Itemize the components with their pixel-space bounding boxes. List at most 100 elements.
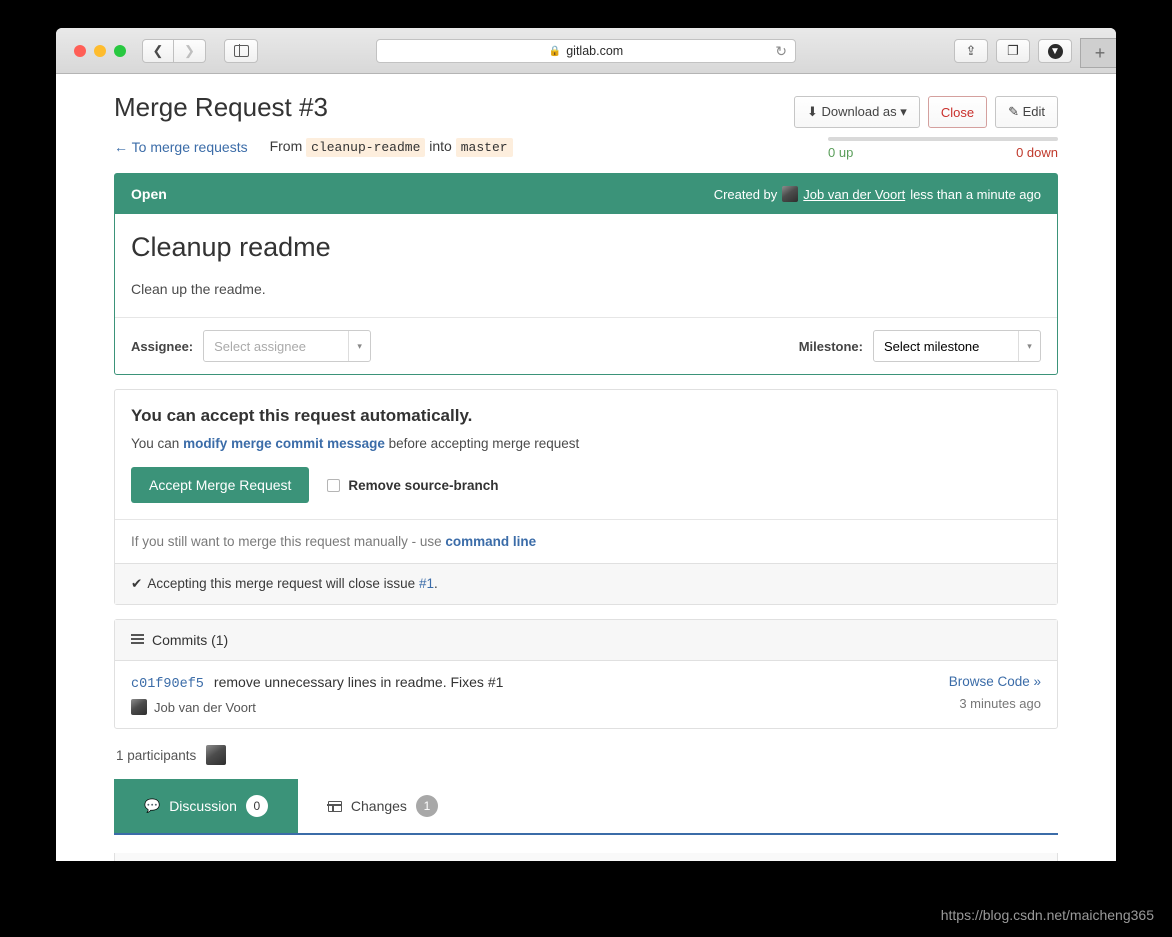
commits-card: Commits (1) c01f90ef5 remove unnecessary… (114, 619, 1058, 729)
plus-icon: + (1094, 42, 1106, 63)
manual-merge-prefix: If you still want to merge this request … (131, 534, 446, 549)
reload-icon[interactable]: ↻ (775, 43, 787, 60)
chevron-left-icon: ❮ (152, 42, 164, 58)
share-icon: ⇪ (965, 43, 977, 58)
votes-up-label: 0 up (828, 145, 854, 160)
maximize-window-button[interactable] (114, 44, 126, 57)
participants: 1 participants (116, 745, 1058, 765)
commit-sha-link[interactable]: c01f90ef5 (131, 677, 204, 692)
forward-button[interactable]: ❯ (174, 38, 206, 63)
back-button[interactable]: ❮ (142, 38, 174, 63)
assignee-value: Select assignee (214, 338, 306, 354)
edit-label: Edit (1022, 104, 1045, 119)
milestone-label: Milestone: (798, 338, 863, 354)
accept-merge-request-button[interactable]: Accept Merge Request (131, 467, 310, 503)
into-label: into (429, 138, 452, 154)
merge-request-body: Cleanup readme Clean up the readme. (115, 214, 1057, 317)
milestone-group: Milestone: Select milestone ▾ (799, 330, 1041, 362)
avatar (782, 186, 799, 202)
comment-icon: 💬 (144, 798, 161, 813)
commit-summary: c01f90ef5 remove unnecessary lines in re… (131, 674, 949, 692)
downloads-icon: ▼ (1047, 43, 1063, 59)
sidebar-toggle-button[interactable] (224, 38, 258, 63)
sidebar-toggle-icon (233, 44, 249, 57)
address-bar[interactable]: 🔒 gitlab.com ↻ (376, 39, 796, 63)
author-link[interactable]: Job van der Voort (803, 187, 905, 202)
watermark: https://blog.csdn.net/maicheng365 (940, 907, 1154, 923)
remove-source-branch-row[interactable]: Remove source-branch (327, 478, 498, 493)
edit-button[interactable]: ✎ Edit (995, 96, 1058, 128)
tab-discussion[interactable]: 💬 Discussion 0 (114, 779, 298, 833)
check-icon: ✔ (131, 576, 143, 591)
back-to-merge-requests-link[interactable]: ← To merge requests (114, 139, 248, 155)
votes-down-label: 0 down (1016, 145, 1058, 160)
new-tab-button[interactable]: + (1080, 38, 1116, 68)
accept-subtext: You can modify merge commit message befo… (131, 436, 1041, 451)
download-as-label: Download as (821, 104, 897, 119)
tab-discussion-count: 0 (245, 795, 268, 817)
modify-commit-message-link[interactable]: modify merge commit message (183, 436, 385, 451)
merge-request-meta: Created by Job van der Voort less than a… (714, 186, 1041, 202)
merge-request-attributes: Assignee: Select assignee ▾ Milestone: S… (115, 317, 1057, 374)
minimize-window-button[interactable] (94, 44, 106, 57)
diff-icon (327, 800, 343, 812)
accept-actions: Accept Merge Request Remove source-branc… (131, 467, 1041, 503)
remove-source-branch-checkbox[interactable] (327, 478, 341, 492)
commit-main: c01f90ef5 remove unnecessary lines in re… (131, 674, 949, 715)
issue-link[interactable]: #1 (419, 576, 434, 591)
avatar[interactable] (206, 745, 227, 765)
lock-icon: 🔒 (548, 45, 562, 57)
tab-overview-button[interactable]: ❐ (996, 39, 1030, 63)
merge-request-status-bar: Open Created by Job van der Voort less t… (115, 174, 1057, 214)
commit-message: remove unnecessary lines in readme. Fixe… (213, 674, 504, 690)
download-icon: ⬇ (806, 104, 818, 119)
header-actions: ⬇ Download as ▾ Close ✎ Edit (793, 92, 1058, 128)
download-as-button[interactable]: ⬇ Download as ▾ (793, 96, 920, 128)
page-header: Merge Request #3 ⬇ Download as ▾ Close ✎… (114, 92, 1058, 128)
commits-header: Commits (1) (115, 620, 1057, 661)
commit-author: Job van der Voort (131, 699, 949, 715)
commit-meta: Browse Code » 3 minutes ago (949, 674, 1041, 715)
commit-author-name: Job van der Voort (154, 699, 256, 715)
breadcrumb: ← To merge requests From cleanup-readme … (114, 138, 1058, 157)
table-row: c01f90ef5 remove unnecessary lines in re… (115, 661, 1057, 728)
remove-source-branch-label: Remove source-branch (348, 477, 499, 493)
list-icon (131, 634, 144, 646)
tab-bar: 💬 Discussion 0 Changes 1 (114, 779, 1058, 835)
chevron-down-icon: ▾ (900, 104, 907, 119)
target-branch[interactable]: master (455, 138, 513, 157)
tab-changes[interactable]: Changes 1 (298, 779, 468, 833)
accept-subtext-suffix: before accepting merge request (384, 436, 580, 451)
assignee-select[interactable]: Select assignee ▾ (203, 330, 372, 362)
window-controls (74, 44, 126, 57)
accept-heading: You can accept this request automaticall… (131, 406, 473, 425)
accept-subtext-prefix: You can (131, 436, 184, 451)
tab-changes-label: Changes (350, 798, 407, 814)
page-title: Merge Request #3 (114, 92, 328, 122)
navigation-buttons: ❮ ❯ (142, 38, 206, 63)
share-button[interactable]: ⇪ (954, 39, 988, 63)
tab-overview-icon: ❐ (1007, 43, 1019, 58)
source-branch[interactable]: cleanup-readme (306, 138, 426, 157)
status-badge: Open (131, 186, 167, 202)
browse-code-link[interactable]: Browse Code » (949, 674, 1041, 689)
accept-merge-card: You can accept this request automaticall… (114, 389, 1058, 605)
assignee-label: Assignee: (131, 338, 194, 354)
close-issue-note: ✔ Accepting this merge request will close… (115, 563, 1057, 604)
edit-icon: ✎ (1008, 104, 1019, 119)
milestone-value: Select milestone (884, 338, 980, 354)
toolbar-actions: ⇪ ❐ ▼ (954, 39, 1072, 63)
participants-label: 1 participants (116, 747, 197, 763)
command-line-link[interactable]: command line (445, 534, 536, 549)
merge-request-title: Cleanup readme (131, 232, 331, 262)
milestone-select[interactable]: Select milestone ▾ (873, 330, 1041, 362)
assignee-group: Assignee: Select assignee ▾ (131, 330, 372, 362)
commit-time: 3 minutes ago (959, 696, 1041, 711)
accept-merge-body: You can accept this request automaticall… (115, 390, 1057, 519)
url-text: gitlab.com (566, 44, 624, 58)
close-issue-suffix: . (433, 576, 438, 591)
browser-window: ❮ ❯ 🔒 gitlab.com ↻ ⇪ ❐ ▼ + Merge Request… (56, 28, 1116, 861)
close-mr-button[interactable]: Close (927, 96, 988, 128)
close-window-button[interactable] (74, 44, 86, 57)
downloads-button[interactable]: ▼ (1038, 39, 1072, 63)
